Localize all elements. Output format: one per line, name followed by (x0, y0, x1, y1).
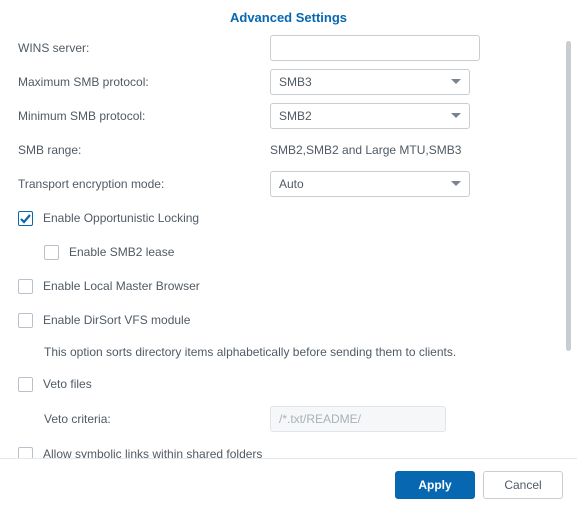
row-smb-range: SMB range: SMB2,SMB2 and Large MTU,SMB3 (18, 135, 563, 165)
dirsort-label: Enable DirSort VFS module (43, 313, 190, 327)
veto-criteria-placeholder: /*.txt/README/ (279, 412, 361, 426)
vertical-scrollbar[interactable] (566, 41, 571, 351)
transport-enc-value: Auto (279, 177, 304, 191)
max-smb-select[interactable]: SMB3 (270, 69, 470, 95)
row-oplock[interactable]: Enable Opportunistic Locking (18, 203, 563, 233)
min-smb-value: SMB2 (279, 109, 312, 123)
dirsort-description: This option sorts directory items alphab… (18, 339, 563, 369)
wins-server-input[interactable] (270, 35, 480, 61)
veto-criteria-label: Veto criteria: (44, 412, 270, 426)
apply-button[interactable]: Apply (395, 471, 475, 499)
row-local-master[interactable]: Enable Local Master Browser (18, 271, 563, 301)
local-master-label: Enable Local Master Browser (43, 279, 200, 293)
row-veto-files[interactable]: Veto files (18, 369, 563, 399)
smb2-lease-label: Enable SMB2 lease (69, 245, 174, 259)
row-min-smb: Minimum SMB protocol: SMB2 (18, 101, 563, 131)
chevron-down-icon (451, 181, 461, 187)
smb-range-value: SMB2,SMB2 and Large MTU,SMB3 (270, 143, 461, 157)
smb2-lease-checkbox[interactable] (44, 245, 59, 260)
row-transport-enc: Transport encryption mode: Auto (18, 169, 563, 199)
max-smb-label: Maximum SMB protocol: (18, 75, 270, 89)
transport-enc-select[interactable]: Auto (270, 171, 470, 197)
advanced-settings-dialog: Advanced Settings WINS server: Maximum S… (0, 0, 577, 510)
wins-server-label: WINS server: (18, 41, 270, 55)
row-max-smb: Maximum SMB protocol: SMB3 (18, 67, 563, 97)
veto-files-checkbox[interactable] (18, 377, 33, 392)
chevron-down-icon (451, 79, 461, 85)
smb-range-label: SMB range: (18, 143, 270, 157)
local-master-checkbox[interactable] (18, 279, 33, 294)
max-smb-value: SMB3 (279, 75, 312, 89)
veto-files-label: Veto files (43, 377, 92, 391)
min-smb-select[interactable]: SMB2 (270, 103, 470, 129)
form-scroll: WINS server: Maximum SMB protocol: SMB3 … (18, 33, 563, 473)
row-dirsort[interactable]: Enable DirSort VFS module (18, 305, 563, 335)
dialog-footer: Apply Cancel (0, 458, 577, 510)
veto-criteria-input: /*.txt/README/ (270, 406, 446, 432)
row-smb2-lease[interactable]: Enable SMB2 lease (18, 237, 563, 267)
oplock-label: Enable Opportunistic Locking (43, 211, 199, 225)
dialog-title: Advanced Settings (0, 0, 577, 33)
min-smb-label: Minimum SMB protocol: (18, 109, 270, 123)
dirsort-checkbox[interactable] (18, 313, 33, 328)
oplock-checkbox[interactable] (18, 211, 33, 226)
row-wins-server: WINS server: (18, 33, 563, 63)
cancel-button[interactable]: Cancel (483, 471, 563, 499)
transport-enc-label: Transport encryption mode: (18, 177, 270, 191)
chevron-down-icon (451, 113, 461, 119)
row-veto-criteria: Veto criteria: /*.txt/README/ (18, 403, 563, 435)
content-area: WINS server: Maximum SMB protocol: SMB3 … (0, 33, 577, 473)
